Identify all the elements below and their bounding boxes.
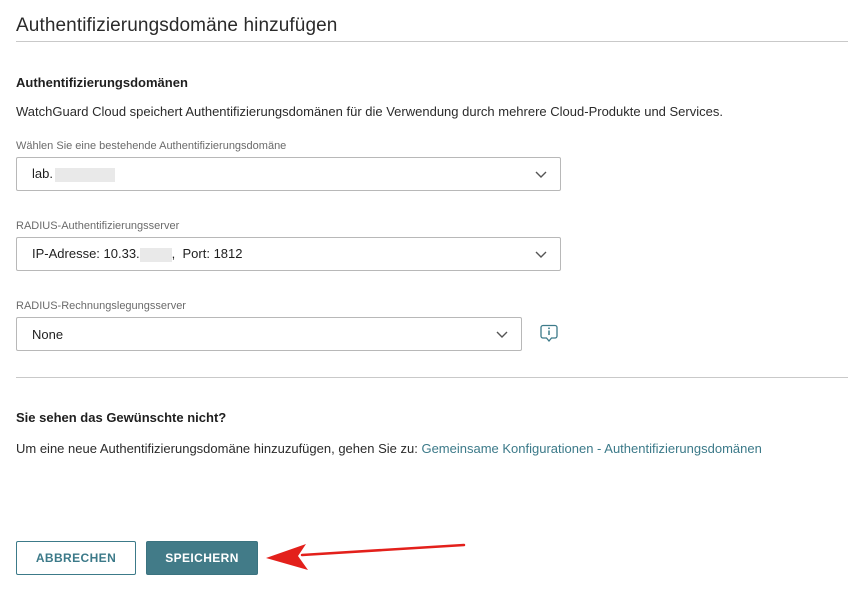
redacted-text bbox=[139, 247, 172, 262]
help-text: Um eine neue Authentifizierungsdomäne hi… bbox=[16, 441, 422, 456]
help-section-heading: Sie sehen das Gewünschte nicht? bbox=[16, 410, 227, 425]
domains-section-heading: Authentifizierungsdomänen bbox=[16, 75, 188, 90]
save-button[interactable]: SPEICHERN bbox=[146, 541, 258, 575]
domain-select-label: Wählen Sie eine bestehende Authentifizie… bbox=[16, 140, 287, 152]
domain-select-value: lab. bbox=[32, 166, 115, 182]
domain-select[interactable]: lab. bbox=[16, 157, 561, 191]
chevron-down-icon bbox=[535, 171, 547, 178]
redacted-text bbox=[54, 167, 115, 182]
radius-auth-select-label: RADIUS-Authentifizierungsserver bbox=[16, 220, 180, 232]
chevron-down-icon bbox=[496, 331, 508, 338]
radius-accounting-select[interactable]: None bbox=[16, 317, 522, 351]
help-section-text: Um eine neue Authentifizierungsdomäne hi… bbox=[16, 441, 762, 456]
info-icon[interactable] bbox=[539, 323, 559, 343]
title-divider bbox=[16, 41, 848, 42]
section-divider bbox=[16, 377, 848, 378]
radius-auth-select[interactable]: IP-Adresse: 10.33., Port: 1812 bbox=[16, 237, 561, 271]
radius-accounting-select-label: RADIUS-Rechnungslegungsserver bbox=[16, 300, 186, 312]
cancel-button[interactable]: ABBRECHEN bbox=[16, 541, 136, 575]
chevron-down-icon bbox=[535, 251, 547, 258]
radius-accounting-select-value: None bbox=[32, 326, 64, 342]
shared-configurations-link[interactable]: Gemeinsame Konfigurationen - Authentifiz… bbox=[421, 441, 761, 456]
domains-section-description: WatchGuard Cloud speichert Authentifizie… bbox=[16, 104, 723, 119]
radius-auth-select-value: IP-Adresse: 10.33., Port: 1812 bbox=[32, 246, 243, 262]
red-arrow-annotation bbox=[266, 543, 466, 570]
page-title: Authentifizierungsdomäne hinzufügen bbox=[16, 15, 338, 36]
